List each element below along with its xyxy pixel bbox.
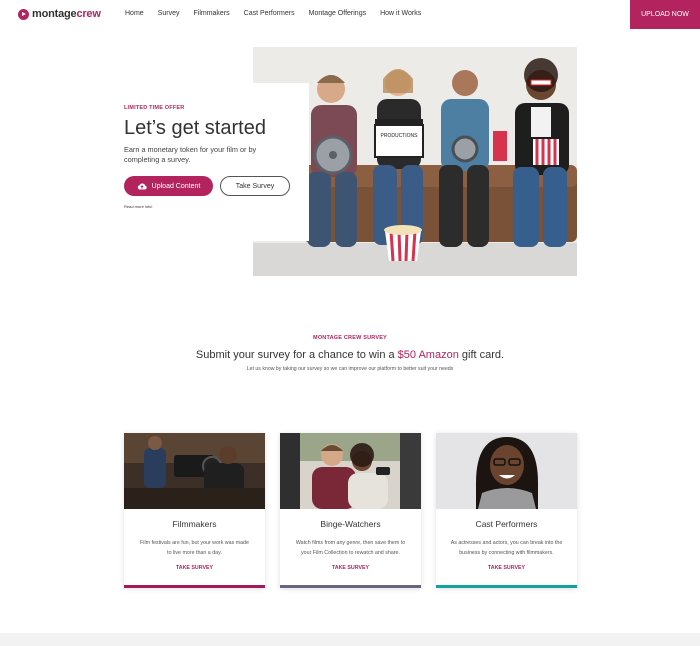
brand-logo[interactable]: montage crew bbox=[18, 8, 101, 20]
card-link-filmmakers[interactable]: TAKE SURVEY bbox=[124, 565, 265, 571]
footer-strip bbox=[0, 633, 700, 646]
card-accent-bar bbox=[280, 585, 421, 588]
play-logo-icon bbox=[18, 8, 29, 20]
survey-title-end: gift card. bbox=[458, 349, 505, 361]
brand-name-part1: montage bbox=[32, 8, 77, 20]
card-title-filmmakers: Filmmakers bbox=[172, 519, 217, 529]
clapperboard-label: PRODUCTIONS bbox=[381, 133, 419, 139]
read-more-link[interactable]: Read more info! bbox=[124, 204, 152, 209]
top-navigation: montage crew Home Survey Filmmakers Cast… bbox=[0, 0, 700, 29]
brand-name-part2: crew bbox=[76, 8, 101, 20]
card-description-filmmakers: Film festivals are fun, but your work wa… bbox=[140, 540, 249, 556]
card-accent-bar bbox=[124, 585, 265, 588]
survey-title: Submit your survey for a chance to win a… bbox=[0, 349, 700, 361]
card-binge-watchers: Binge-Watchers Watch films from any genr… bbox=[280, 433, 421, 588]
card-description-binge-watchers: Watch films from any genre, then save th… bbox=[295, 540, 406, 556]
hero-title: Let’s get started bbox=[124, 117, 266, 139]
card-filmmakers: Filmmakers Film festivals are fun, but y… bbox=[124, 433, 265, 588]
cast-performers-photo bbox=[436, 433, 577, 509]
nav-link-home[interactable]: Home bbox=[125, 10, 144, 17]
card-link-binge-watchers[interactable]: TAKE SURVEY bbox=[280, 565, 421, 571]
upload-content-button[interactable]: Upload Content bbox=[124, 176, 213, 196]
card-cast-performers: Cast Performers As actresses and actors,… bbox=[436, 433, 577, 588]
nav-link-filmmakers[interactable]: Filmmakers bbox=[193, 10, 229, 17]
nav-link-cast-performers[interactable]: Cast Performers bbox=[244, 10, 295, 17]
card-image-filmmakers bbox=[124, 433, 265, 509]
survey-title-text: Submit your survey for a chance to win a bbox=[195, 349, 398, 361]
binge-watchers-photo bbox=[280, 433, 421, 509]
card-image-binge-watchers bbox=[280, 433, 421, 509]
nav-links: Home Survey Filmmakers Cast Performers M… bbox=[125, 10, 421, 17]
filmmakers-photo bbox=[124, 433, 265, 509]
nav-link-montage-offerings[interactable]: Montage Offerings bbox=[309, 10, 366, 17]
hero-subtitle: Earn a monetary token for your film or b… bbox=[124, 145, 257, 164]
take-survey-button[interactable]: Take Survey bbox=[220, 176, 290, 196]
upload-now-button[interactable]: UPLOAD NOW bbox=[630, 0, 700, 29]
card-title-binge-watchers: Binge-Watchers bbox=[320, 519, 381, 529]
survey-subtitle: Let us know by taking our survey so we c… bbox=[246, 366, 454, 372]
card-accent-bar bbox=[436, 585, 577, 588]
card-image-cast-performers bbox=[436, 433, 577, 509]
cloud-upload-icon bbox=[137, 183, 147, 190]
card-description-cast-performers: As actresses and actors, you can break i… bbox=[450, 540, 563, 556]
survey-eyebrow: MONTAGE CREW SURVEY bbox=[313, 335, 387, 341]
nav-link-survey[interactable]: Survey bbox=[158, 10, 180, 17]
card-title-cast-performers: Cast Performers bbox=[475, 519, 538, 529]
upload-content-label: Upload Content bbox=[151, 182, 201, 190]
survey-title-highlight: $50 Amazon bbox=[397, 349, 459, 361]
hero-eyebrow: LIMITED TIME OFFER bbox=[124, 105, 185, 111]
card-link-cast-performers[interactable]: TAKE SURVEY bbox=[436, 565, 577, 571]
nav-link-how-it-works[interactable]: How it Works bbox=[380, 10, 421, 17]
